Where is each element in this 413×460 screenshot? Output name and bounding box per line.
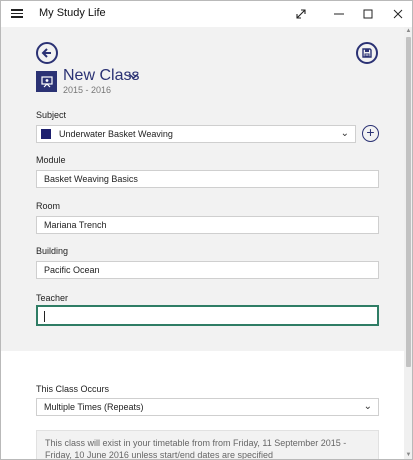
- building-field[interactable]: Pacific Ocean: [36, 261, 379, 279]
- teacher-label: Teacher: [36, 293, 69, 303]
- title-bar: My Study Life: [1, 1, 412, 27]
- title-chevron-icon: [128, 73, 139, 80]
- occurs-label: This Class Occurs: [36, 384, 110, 394]
- module-field[interactable]: Basket Weaving Basics: [36, 170, 379, 188]
- back-button[interactable]: [36, 42, 58, 64]
- building-label: Building: [36, 246, 69, 256]
- text-caret: [44, 311, 45, 322]
- subject-select[interactable]: Underwater Basket Weaving ⌄: [36, 125, 356, 143]
- class-type-icon: [36, 71, 57, 92]
- maximize-square-icon: [363, 9, 373, 19]
- scroll-down-icon[interactable]: ▼: [405, 452, 412, 458]
- chevron-down-icon[interactable]: [128, 71, 139, 83]
- presentation-board-icon: [40, 75, 53, 87]
- scrollbar-thumb[interactable]: [406, 37, 411, 367]
- close-x-icon: [393, 9, 403, 19]
- minimize-icon[interactable]: [324, 4, 354, 24]
- class-form: New Class 2015 - 2016 Subject Underwater…: [1, 27, 404, 459]
- subject-value: Underwater Basket Weaving: [59, 129, 173, 139]
- menu-line: [11, 12, 23, 14]
- app-window: My Study Life New Class 2015 - 2016 Subj…: [0, 0, 413, 460]
- vertical-scrollbar[interactable]: ▲ ▼: [404, 27, 412, 459]
- subject-color-swatch: [41, 129, 51, 139]
- arrow-left-icon: [41, 48, 51, 58]
- chevron-down-icon: ⌄: [340, 128, 349, 139]
- menu-line: [11, 9, 23, 11]
- resize-icon[interactable]: [286, 4, 316, 24]
- close-icon[interactable]: [383, 4, 412, 24]
- resize-arrows-icon: [296, 9, 306, 19]
- room-field[interactable]: Mariana Trench: [36, 216, 379, 234]
- scroll-up-icon[interactable]: ▲: [405, 28, 412, 34]
- subject-label: Subject: [36, 110, 67, 120]
- room-label: Room: [36, 201, 61, 211]
- occurs-select[interactable]: Multiple Times (Repeats) ⌄: [36, 398, 379, 416]
- teacher-field[interactable]: [36, 305, 379, 326]
- save-floppy-icon: [362, 48, 372, 58]
- chevron-down-icon: ⌄: [363, 401, 372, 412]
- add-subject-button[interactable]: +: [362, 125, 379, 142]
- academic-year: 2015 - 2016: [63, 85, 112, 95]
- minimize-line-icon: [334, 13, 344, 15]
- save-button[interactable]: [356, 42, 378, 64]
- menu-line: [11, 16, 23, 18]
- date-range-info: This class will exist in your timetable …: [36, 430, 379, 459]
- window-title: My Study Life: [39, 7, 106, 19]
- maximize-icon[interactable]: [353, 4, 383, 24]
- occurs-value: Multiple Times (Repeats): [44, 402, 144, 412]
- module-label: Module: [36, 155, 66, 165]
- hamburger-menu-icon[interactable]: [11, 7, 25, 19]
